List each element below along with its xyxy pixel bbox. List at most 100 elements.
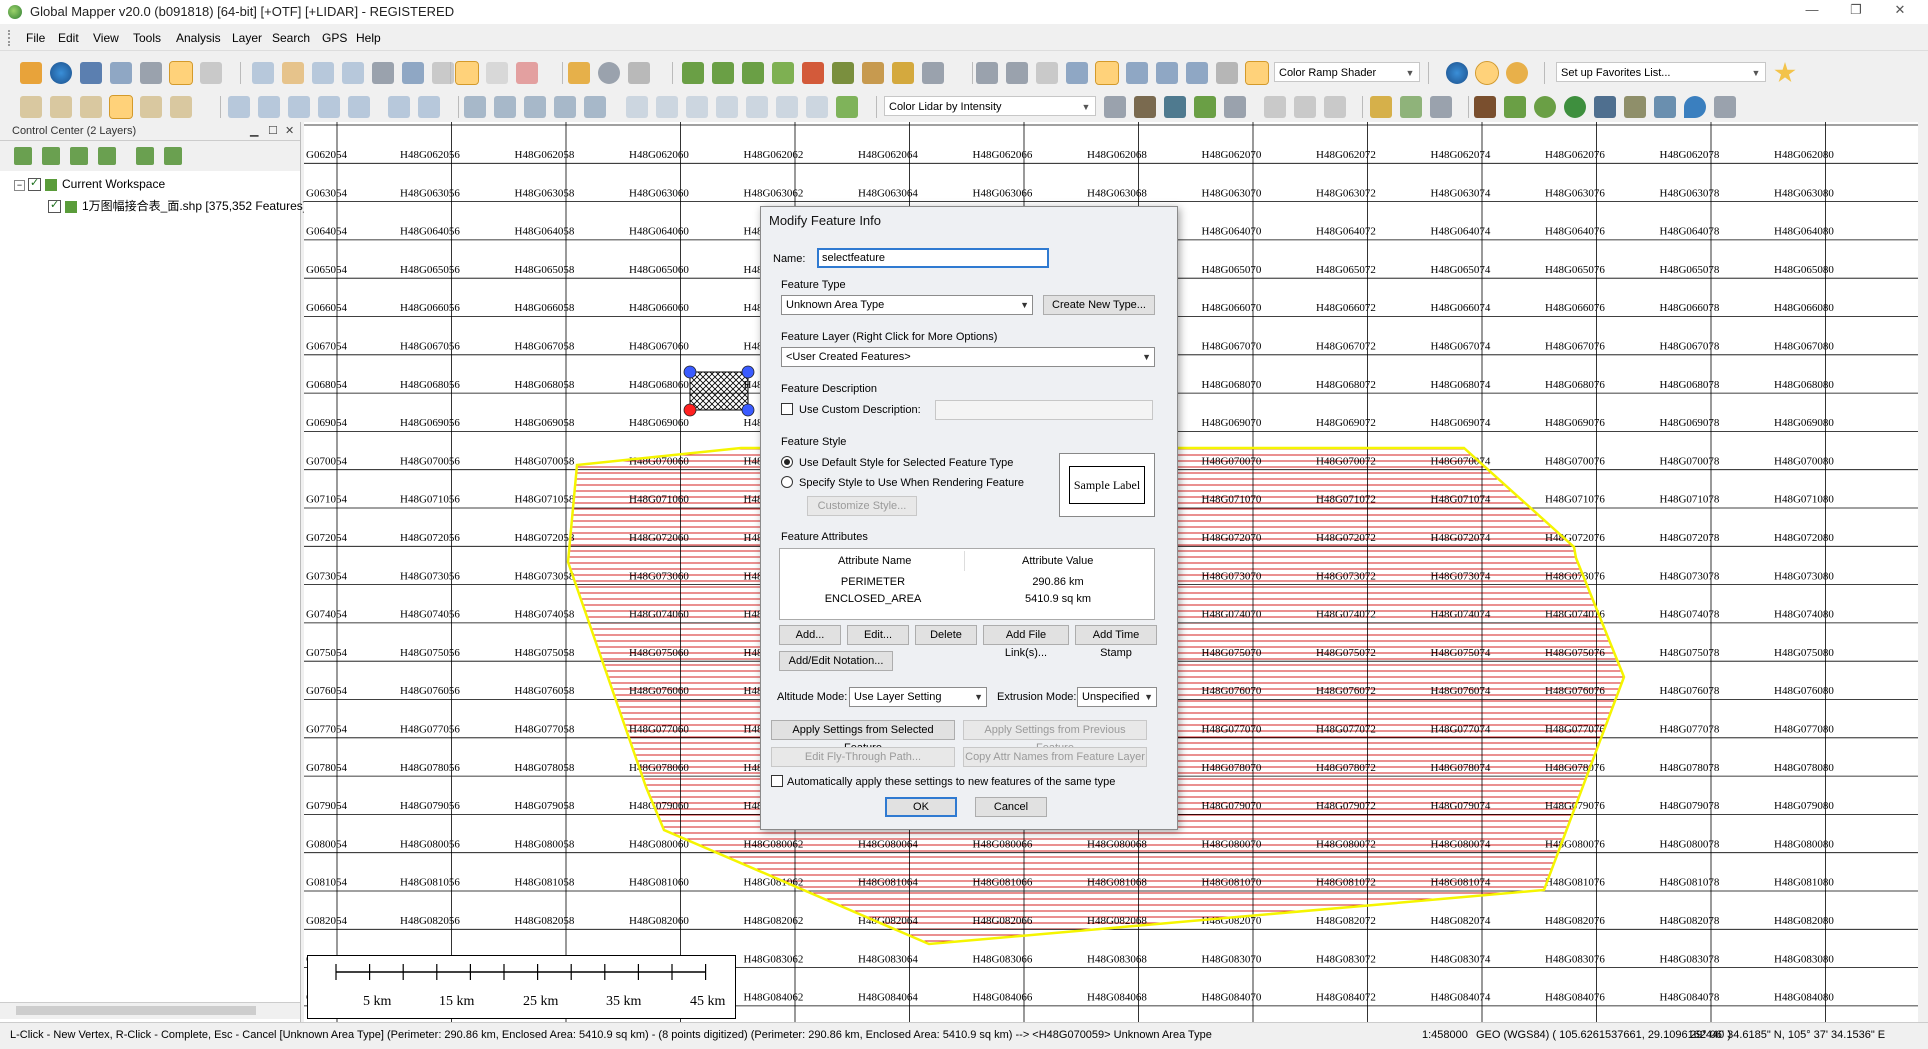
online-data-icon[interactable]	[1446, 62, 1468, 84]
layer-visibility-icon[interactable]	[164, 147, 182, 165]
layout-icon[interactable]	[862, 62, 884, 84]
watershed-icon[interactable]	[742, 62, 764, 84]
view-shed-icon[interactable]	[772, 62, 794, 84]
save-icon[interactable]	[80, 62, 102, 84]
lidar-icon[interactable]	[1036, 62, 1058, 84]
copy-attr-names-button[interactable]: Copy Attr Names from Feature Layer	[963, 747, 1147, 767]
default-style-radio[interactable]	[781, 456, 793, 468]
customize-style-button[interactable]: Customize Style...	[807, 496, 917, 516]
hillshade-icon[interactable]	[1186, 62, 1208, 84]
layers-icon[interactable]	[169, 61, 193, 85]
draw-buffer-icon[interactable]	[318, 96, 340, 118]
print-icon[interactable]	[200, 62, 222, 84]
layer-checkbox[interactable]	[48, 198, 61, 214]
attr-name-header[interactable]: Attribute Name	[838, 555, 911, 567]
grid-icon[interactable]	[976, 62, 998, 84]
panel-horizontal-scrollbar[interactable]	[0, 1002, 300, 1019]
difference-icon[interactable]	[746, 96, 768, 118]
draw-freehand-icon[interactable]	[388, 96, 410, 118]
favorites-select[interactable]: Set up Favorites List... ▼	[1556, 62, 1766, 82]
menu-layer[interactable]: Layer	[232, 31, 262, 45]
slope-icon[interactable]	[1156, 62, 1178, 84]
menu-edit[interactable]: Edit	[58, 31, 79, 45]
edit-fly-through-button[interactable]: Edit Fly-Through Path...	[771, 747, 955, 767]
menubar-grip[interactable]	[8, 30, 13, 46]
key-icon[interactable]	[1714, 96, 1736, 118]
mountain-icon[interactable]	[1474, 96, 1496, 118]
intersect-icon[interactable]	[716, 96, 738, 118]
zoom-to-layer-icon[interactable]	[136, 147, 154, 165]
hatch-icon[interactable]	[1294, 96, 1316, 118]
menu-gps[interactable]: GPS	[322, 31, 347, 45]
wrench-icon[interactable]	[140, 62, 162, 84]
lidar-ground-icon[interactable]	[1134, 96, 1156, 118]
workspace-checkbox[interactable]	[28, 176, 41, 192]
restore-button[interactable]: ❐	[1836, 2, 1876, 22]
altitude-mode-select[interactable]: Use Layer Setting ▼	[849, 687, 987, 707]
lidar-building-icon[interactable]	[1164, 96, 1186, 118]
edit-attribute-button[interactable]: Edit...	[847, 625, 909, 645]
lidar-tree-icon[interactable]	[1194, 96, 1216, 118]
draw-point-icon[interactable]	[228, 96, 250, 118]
clip-icon[interactable]	[806, 96, 828, 118]
menu-tools[interactable]: Tools	[133, 31, 161, 45]
remove-layer-icon[interactable]	[70, 147, 88, 165]
home-icon[interactable]	[402, 62, 424, 84]
rotate-icon[interactable]	[494, 96, 516, 118]
attributes-table[interactable]: Attribute Name Attribute Value PERIMETER…	[779, 548, 1155, 620]
custom-description-input[interactable]	[935, 400, 1153, 420]
tower-icon[interactable]	[1654, 96, 1676, 118]
building-icon[interactable]	[1594, 96, 1616, 118]
apply-previous-feature-button[interactable]: Apply Settings from Previous Feature	[963, 720, 1147, 754]
scrollbar-thumb[interactable]	[16, 1006, 256, 1015]
minimize-button[interactable]: —	[1792, 2, 1832, 22]
moon-icon[interactable]	[1506, 62, 1528, 84]
lidar-search-icon[interactable]	[1324, 96, 1346, 118]
menu-file[interactable]: File	[26, 31, 45, 45]
name-input[interactable]: selectfeature	[817, 248, 1049, 268]
ok-button[interactable]: OK	[885, 797, 957, 817]
attr-value-cell[interactable]: 5410.9 sq km	[968, 593, 1148, 605]
feature-layer-select[interactable]: <User Created Features> ▼	[781, 347, 1155, 367]
delete-attribute-button[interactable]: Delete	[915, 625, 977, 645]
lidar-classify-icon[interactable]	[1104, 96, 1126, 118]
3d-box-icon[interactable]	[1066, 62, 1088, 84]
menu-help[interactable]: Help	[356, 31, 381, 45]
menu-view[interactable]: View	[93, 31, 119, 45]
table-icon[interactable]	[110, 62, 132, 84]
add-layer-icon[interactable]	[42, 147, 60, 165]
add-edit-notation-button[interactable]: Add/Edit Notation...	[779, 651, 893, 671]
menu-analysis[interactable]: Analysis	[176, 31, 221, 45]
move-vertex-icon[interactable]	[464, 96, 486, 118]
attr-value-header[interactable]: Attribute Value	[1022, 555, 1093, 567]
terrain-icon[interactable]	[682, 62, 704, 84]
draw-edit-icon[interactable]	[348, 96, 370, 118]
globe-icon[interactable]	[50, 62, 72, 84]
sun-icon[interactable]	[1475, 61, 1499, 85]
panel-minimize-button[interactable]: ▁	[250, 122, 258, 140]
measure-icon[interactable]	[568, 62, 590, 84]
extrusion-mode-select[interactable]: Unspecified ▼	[1077, 687, 1157, 707]
select-rect-icon[interactable]	[486, 62, 508, 84]
open-layer-icon[interactable]	[14, 147, 32, 165]
cancel-button[interactable]: Cancel	[975, 797, 1047, 817]
elevation-icon[interactable]	[1006, 62, 1028, 84]
tree-workspace[interactable]: − Current Workspace	[14, 176, 165, 192]
profile-icon[interactable]	[1126, 62, 1148, 84]
tree-icon[interactable]	[1564, 96, 1586, 118]
histogram-icon[interactable]	[1216, 62, 1238, 84]
attr-value-cell[interactable]: 290.86 km	[968, 576, 1148, 588]
draw-range-ring-icon[interactable]	[258, 96, 280, 118]
info-icon[interactable]	[598, 62, 620, 84]
crop-icon[interactable]	[776, 96, 798, 118]
add-file-links-button[interactable]: Add File Link(s)...	[983, 625, 1069, 659]
water-icon[interactable]	[1684, 96, 1706, 118]
draw-circle-icon[interactable]	[170, 96, 192, 118]
triangle-icon[interactable]	[1264, 96, 1286, 118]
crosshair-icon[interactable]	[922, 62, 944, 84]
zoom-in-icon[interactable]	[312, 62, 334, 84]
close-button[interactable]: ✕	[1880, 2, 1920, 22]
attr-name-cell[interactable]: ENCLOSED_AREA	[788, 593, 958, 605]
zoom-tool-icon[interactable]	[252, 62, 274, 84]
specify-style-radio[interactable]	[781, 476, 793, 488]
